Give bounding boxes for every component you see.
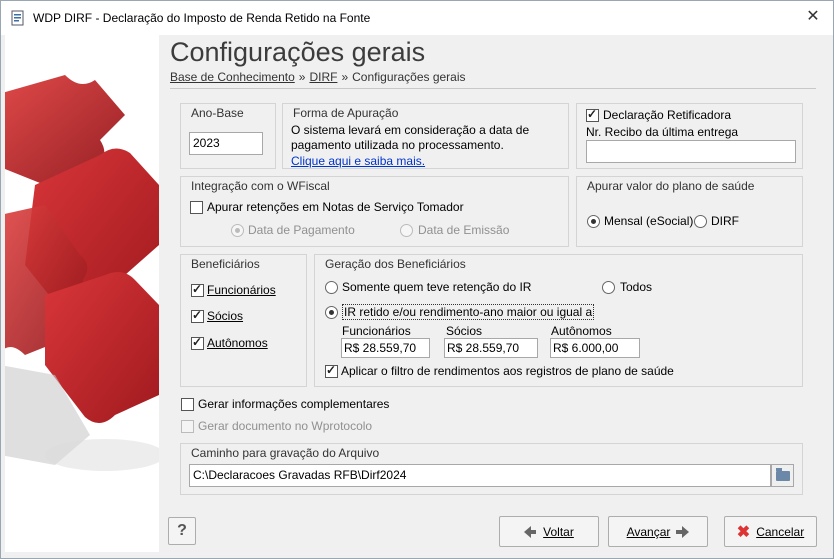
- breadcrumb-dirf[interactable]: DIRF: [309, 70, 337, 84]
- data-pagamento-label: Data de Pagamento: [248, 223, 355, 237]
- caminho-input[interactable]: C:\Declaracoes Gravadas RFB\Dirf2024: [189, 464, 771, 487]
- aplicar-filtro-label: Aplicar o filtro de rendimentos aos regi…: [341, 364, 674, 378]
- autonomos-valor-input[interactable]: R$ 6.000,00: [550, 338, 640, 358]
- funcionarios-valor-label: Funcionários: [342, 324, 411, 338]
- todos-radio[interactable]: [602, 281, 615, 294]
- wprotocolo-checkbox[interactable]: [181, 420, 194, 433]
- breadcrumb-separator: »: [341, 70, 349, 84]
- funcionarios-label: Funcionários: [207, 283, 276, 297]
- avancar-label: Avançar: [626, 524, 671, 539]
- data-emissao-label: Data de Emissão: [418, 223, 510, 237]
- breadcrumb-separator: »: [298, 70, 306, 84]
- autonomos-label: Autônomos: [207, 336, 268, 350]
- arrow-left-icon: [524, 525, 537, 538]
- data-pagamento-radio[interactable]: [231, 224, 244, 237]
- retificadora-checkbox[interactable]: [586, 107, 599, 122]
- socios-valor-input[interactable]: R$ 28.559,70: [444, 338, 538, 358]
- somente-retencao-radio[interactable]: [325, 281, 338, 294]
- decorative-puzzle-image: [5, 35, 159, 552]
- wfiscal-label: Integração com o WFiscal: [191, 179, 330, 193]
- caminho-group: Caminho para gravação do Arquivo C:\Decl…: [180, 443, 803, 495]
- arrow-right-icon: [676, 525, 690, 538]
- beneficiarios-group: Beneficiários Funcionários Sócios Autôno…: [180, 254, 307, 387]
- funcionarios-checkbox[interactable]: [191, 282, 204, 297]
- plano-saude-label: Apurar valor do plano de saúde: [587, 179, 755, 193]
- geracao-group: Geração dos Beneficiários Somente quem t…: [314, 254, 803, 387]
- help-button[interactable]: ?: [168, 517, 196, 545]
- beneficiarios-label: Beneficiários: [191, 257, 260, 271]
- window-title: WDP DIRF - Declaração do Imposto de Rend…: [33, 11, 371, 25]
- avancar-button[interactable]: Avançar: [608, 516, 708, 547]
- voltar-label: Voltar: [543, 524, 574, 539]
- somente-retencao-label: Somente quem teve retenção do IR: [342, 280, 532, 294]
- dirf-label: DIRF: [711, 214, 739, 228]
- complementares-checkbox[interactable]: [181, 398, 194, 411]
- recibo-label: Nr. Recibo da última entrega: [586, 125, 739, 139]
- autonomos-checkbox[interactable]: [191, 335, 204, 350]
- forma-apuracao-text-1: O sistema levará em consideração a data …: [291, 123, 530, 137]
- wfiscal-checkbox[interactable]: [190, 201, 203, 214]
- plano-saude-group: Apurar valor do plano de saúde Mensal (e…: [576, 176, 803, 247]
- mensal-radio[interactable]: [587, 215, 600, 228]
- recibo-input[interactable]: [586, 140, 796, 163]
- cancelar-label: Cancelar: [756, 524, 805, 539]
- retificadora-group: Declaração Retificadora Nr. Recibo da úl…: [576, 103, 803, 169]
- caminho-label: Caminho para gravação do Arquivo: [191, 446, 380, 460]
- wfiscal-checkbox-label: Apurar retenções em Notas de Serviço Tom…: [207, 200, 464, 214]
- close-icon[interactable]: ✕: [805, 9, 821, 25]
- saiba-mais-link[interactable]: Clique aqui e saiba mais.: [291, 154, 425, 168]
- socios-checkbox[interactable]: [191, 308, 204, 323]
- voltar-button[interactable]: Voltar: [499, 516, 599, 547]
- forma-apuracao-text-2: pagamento utilizada no processamento.: [291, 138, 504, 152]
- breadcrumb-current: Configurações gerais: [352, 70, 466, 84]
- data-emissao-radio[interactable]: [400, 224, 413, 237]
- app-window: WDP DIRF - Declaração do Imposto de Rend…: [0, 0, 834, 559]
- aplicar-filtro-checkbox[interactable]: [325, 363, 338, 378]
- cancelar-button[interactable]: ✖ Cancelar: [724, 516, 817, 547]
- breadcrumb-base-conhecimento[interactable]: Base de Conhecimento: [170, 70, 295, 84]
- funcionarios-valor-input[interactable]: R$ 28.559,70: [341, 338, 430, 358]
- browse-folder-button[interactable]: [771, 464, 794, 487]
- autonomos-valor-label: Autônomos: [551, 324, 612, 338]
- forma-apuracao-label: Forma de Apuração: [293, 106, 399, 120]
- header-divider: [170, 88, 816, 89]
- geracao-label: Geração dos Beneficiários: [325, 257, 466, 271]
- app-icon: [11, 10, 24, 26]
- mensal-label: Mensal (eSocial): [604, 214, 694, 228]
- cancel-x-icon: ✖: [736, 523, 751, 541]
- wprotocolo-label: Gerar documento no Wprotocolo: [198, 419, 373, 433]
- socios-label: Sócios: [207, 309, 244, 323]
- todos-label: Todos: [620, 280, 653, 294]
- ano-base-input[interactable]: 2023: [189, 132, 263, 155]
- complementares-label: Gerar informações complementares: [198, 397, 390, 411]
- ano-base-label: Ano-Base: [191, 106, 244, 120]
- ano-base-group: Ano-Base 2023: [180, 103, 276, 169]
- wfiscal-group: Integração com o WFiscal Apurar retençõe…: [180, 176, 569, 247]
- retificadora-label: Declaração Retificadora: [603, 108, 732, 122]
- page-title: Configurações gerais: [170, 37, 426, 67]
- dirf-radio[interactable]: [694, 215, 707, 228]
- breadcrumb: Base de Conhecimento» DIRF» Configurações …: [170, 70, 466, 84]
- forma-apuracao-group: Forma de Apuração O sistema levará em co…: [282, 103, 569, 169]
- ir-retido-radio[interactable]: [325, 306, 338, 319]
- main-content: Configurações gerais Base de Conheciment…: [159, 35, 831, 552]
- folder-icon: [776, 468, 790, 481]
- socios-valor-label: Sócios: [446, 324, 483, 338]
- ir-retido-label: IR retido e/ou rendimento-ano maior ou i…: [342, 304, 595, 320]
- title-bar: WDP DIRF - Declaração do Imposto de Rend…: [1, 1, 833, 35]
